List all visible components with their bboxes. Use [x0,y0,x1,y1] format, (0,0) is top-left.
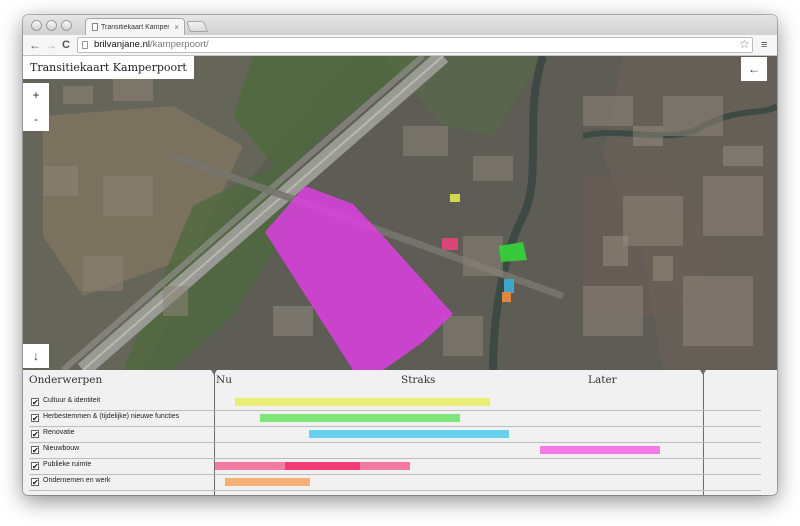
topic-label: Cultuur & identiteit [43,397,101,404]
url-path: /kamperpoort/ [149,39,209,50]
phase-straks: Straks [401,374,436,386]
topic-label: Herbestemmen & (tijdelijke) nieuwe funct… [43,413,180,420]
browser-window: Transitiekaart Kamperpoort × ← → C brilv… [23,15,777,495]
aerial-map[interactable]: Transitiekaart Kamperpoort + - ← ↓ [23,56,777,370]
timeline-bar-renovatie[interactable] [309,430,509,438]
url-host: brilvanjane.nl [94,39,150,50]
topics-heading: Onderwerpen [29,374,103,386]
page-icon [82,41,88,49]
timeline-bar-publieke-ruimte-highlight[interactable] [285,462,360,470]
topic-label: Nieuwbouw [43,445,80,452]
topic-row-cultuur[interactable]: ✔ Cultuur & identiteit [29,395,761,411]
map-imagery [23,56,777,370]
phase-nu: Nu [216,374,232,386]
minimize-window-button[interactable] [46,20,57,31]
checkbox-herbestemmen[interactable]: ✔ [31,414,39,423]
timeline-bar-nieuwbouw[interactable] [540,446,660,454]
topic-label: Ondernemen en werk [43,477,111,484]
browser-toolbar: ← → C brilvanjane.nl/kamperpoort/ ☆ ≡ [23,35,777,56]
topic-row-ondernemen[interactable]: ✔ Ondernemen en werk [29,475,761,491]
tab-active[interactable]: Transitiekaart Kamperpoort × [85,18,185,35]
tab-strip: Transitiekaart Kamperpoort × [23,15,777,35]
topic-label: Renovatie [43,429,75,436]
checkbox-renovatie[interactable]: ✔ [31,430,39,439]
phase-later: Later [588,374,617,386]
zoom-out-button[interactable]: - [23,107,49,131]
topic-row-publieke-ruimte[interactable]: ✔ Publieke ruimte [29,459,761,475]
tab-close-icon[interactable]: × [169,23,184,32]
overlay-publieke-ruimte[interactable] [442,238,458,250]
forward-button[interactable]: → [45,37,57,53]
timeline-panel: Onderwerpen Nu Straks Later ✔ Cultuur & … [23,370,777,495]
address-bar[interactable]: brilvanjane.nl/kamperpoort/ [77,37,753,53]
timeline-bar-cultuur[interactable] [235,398,490,406]
topic-label: Publieke ruimte [43,461,92,468]
back-arrow-button[interactable]: ← [741,57,767,81]
new-tab-button[interactable] [185,21,209,32]
zoom-in-button[interactable]: + [23,83,49,107]
checkbox-publieke-ruimte[interactable]: ✔ [31,462,39,471]
collapse-panel-button[interactable]: ↓ [23,344,49,368]
map-title: Transitiekaart Kamperpoort [23,56,194,79]
page-icon [92,23,98,31]
close-window-button[interactable] [31,20,42,31]
topic-row-renovatie[interactable]: ✔ Renovatie [29,427,761,443]
reload-button[interactable]: C [62,37,70,53]
back-button[interactable]: ← [29,37,41,53]
bookmark-star-icon[interactable]: ☆ [739,37,750,51]
tab-title: Transitiekaart Kamperpoort [101,23,169,31]
checkbox-cultuur[interactable]: ✔ [31,398,39,407]
menu-icon[interactable]: ≡ [761,38,767,52]
topic-row-herbestemmen[interactable]: ✔ Herbestemmen & (tijdelijke) nieuwe fun… [29,411,761,427]
zoom-window-button[interactable] [61,20,72,31]
topic-row-nieuwbouw[interactable]: ✔ Nieuwbouw [29,443,761,459]
timeline-bar-herbestemmen[interactable] [260,414,460,422]
checkbox-nieuwbouw[interactable]: ✔ [31,446,39,455]
timeline-bar-ondernemen[interactable] [225,478,310,486]
checkbox-ondernemen[interactable]: ✔ [31,478,39,487]
